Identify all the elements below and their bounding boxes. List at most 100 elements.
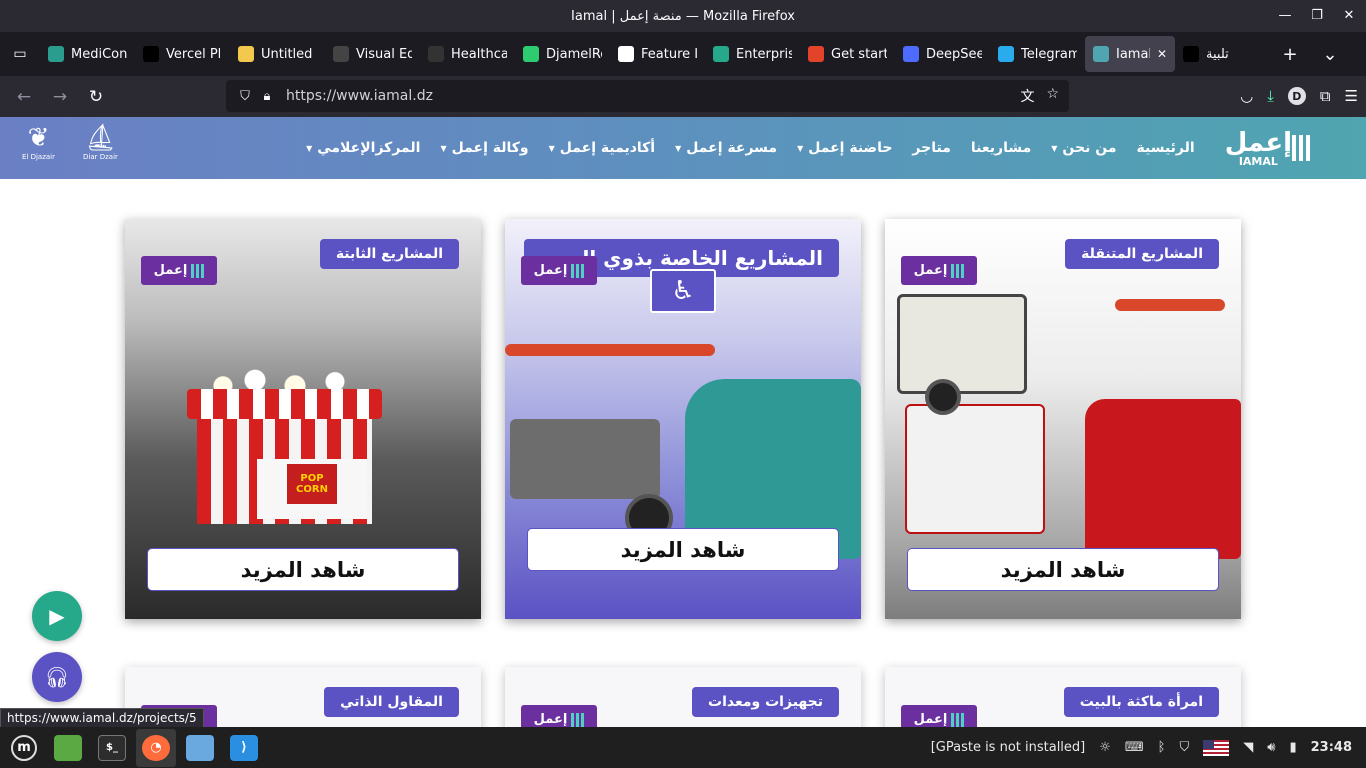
reload-icon[interactable]: ↻ bbox=[78, 81, 114, 113]
see-more-button[interactable]: شاهد المزيد bbox=[147, 548, 459, 591]
brand-ar: إعمل bbox=[1224, 127, 1292, 158]
files-app[interactable] bbox=[48, 729, 88, 767]
system-tray: [GPaste is not installed] ☼ ⌨ ᛒ ⛉ ◥ 🔊︎ ▮… bbox=[931, 727, 1352, 768]
shield-tray-icon[interactable]: ⛉ bbox=[1179, 740, 1189, 755]
terminal-app[interactable]: $_ bbox=[92, 729, 132, 767]
folder-icon bbox=[54, 734, 82, 761]
partner-logo-el-djazair[interactable]: ❦ El Djazair bbox=[22, 123, 55, 161]
volume-icon[interactable]: 🔊︎ bbox=[1267, 740, 1275, 755]
project-card-special-needs[interactable]: المشاريع الخاصة بذوي الهمم إعمل ♿︎ شاهد … bbox=[505, 219, 861, 619]
tab-title: DjamelRe bbox=[546, 46, 602, 62]
list-all-tabs-icon[interactable]: ⌄ bbox=[1310, 34, 1350, 74]
close-tab-icon[interactable]: ✕ bbox=[1157, 47, 1167, 61]
close-icon[interactable]: ✕ bbox=[1340, 6, 1358, 24]
browser-tab[interactable]: DeepSee bbox=[895, 36, 990, 72]
logo-bars-icon bbox=[191, 263, 205, 278]
bluetooth-icon[interactable]: ᛒ bbox=[1158, 740, 1166, 755]
browser-tab[interactable]: Iamal | ✕ bbox=[1085, 36, 1175, 72]
menu-item[interactable]: من نحن ▼ bbox=[1051, 140, 1116, 156]
keyboard-icon[interactable]: ⌨ bbox=[1125, 740, 1144, 755]
firefox-app[interactable]: ◔ bbox=[136, 728, 176, 767]
bookmark-star-icon[interactable]: ☆ bbox=[1046, 86, 1059, 106]
battery-icon[interactable]: ▮ bbox=[1289, 740, 1296, 755]
wheelchair-icon: ♿︎ bbox=[650, 269, 716, 313]
see-more-button[interactable]: شاهد المزيد bbox=[907, 548, 1219, 591]
wifi-icon[interactable]: ◥ bbox=[1243, 740, 1253, 755]
menu-item[interactable]: مسرعة إعمل ▼ bbox=[675, 140, 777, 156]
caret-down-icon: ▼ bbox=[440, 143, 447, 153]
menu-item-label: وكالة إعمل bbox=[451, 140, 529, 156]
menu-item[interactable]: مشاريعنا bbox=[971, 140, 1031, 156]
github-icon bbox=[618, 46, 634, 62]
menu-item-label: المركزالإعلامي bbox=[317, 140, 421, 156]
partner-logo-diar-dzair[interactable]: ⛵︎ Diar Dzair bbox=[83, 123, 118, 161]
project-card-mobile[interactable]: المشاريع المتنقلة إعمل شاهد المزيد bbox=[885, 219, 1241, 619]
minimize-icon[interactable]: — bbox=[1276, 6, 1294, 24]
forward-icon[interactable]: → bbox=[42, 81, 78, 113]
project-card-fixed[interactable]: المشاريع الثابتة إعمل POP CORN شاهد المز… bbox=[125, 219, 481, 619]
hamburger-menu-icon[interactable]: ☰ bbox=[1345, 87, 1358, 105]
translate-icon[interactable]: 文 bbox=[1020, 86, 1034, 106]
vscode-app[interactable]: ⟩ bbox=[224, 729, 264, 767]
download-icon[interactable]: ⤓ bbox=[1267, 87, 1274, 105]
browser-tab[interactable]: Visual Ed bbox=[325, 36, 420, 72]
brightness-icon[interactable]: ☼ bbox=[1099, 740, 1111, 755]
browser-tab[interactable]: Untitled bbox=[230, 36, 325, 72]
video-call-button[interactable]: ▶ bbox=[32, 591, 82, 641]
browser-tab[interactable]: Telegram bbox=[990, 36, 1085, 72]
shield-icon[interactable]: ⛉ bbox=[234, 89, 256, 104]
card-logo-ar: إعمل bbox=[153, 263, 188, 278]
menu-item[interactable]: الرئيسية bbox=[1137, 140, 1195, 156]
remmina-app[interactable] bbox=[180, 729, 220, 767]
see-more-button[interactable]: شاهد المزيد bbox=[527, 528, 839, 571]
card-badge: تجهيزات ومعدات bbox=[692, 687, 839, 717]
browser-tab[interactable]: Healthca bbox=[420, 36, 515, 72]
lock-icon[interactable]: 🔒︎ bbox=[256, 89, 278, 104]
new-tab-icon[interactable]: + bbox=[1270, 34, 1310, 74]
tab-title: Untitled bbox=[261, 46, 313, 62]
menu-item[interactable]: حاضنة إعمل ▼ bbox=[797, 140, 892, 156]
tricycle-canopy bbox=[505, 344, 715, 356]
back-icon[interactable]: ← bbox=[6, 81, 42, 113]
url-bar[interactable]: ⛉ 🔒︎ https://www.iamal.dz 文 ☆ bbox=[226, 80, 1069, 112]
browser-tab[interactable]: Feature I bbox=[610, 36, 705, 72]
clock[interactable]: 23:48 bbox=[1311, 740, 1352, 755]
main-menu: الرئيسية من نحن ▼ مشاريعنا متاجر حاضنة إعمل ▼ م… bbox=[306, 140, 1195, 156]
support-button[interactable]: 🎧︎ bbox=[32, 652, 82, 702]
card-badge: امرأة ماكثة بالبيت bbox=[1063, 687, 1219, 717]
maximize-icon[interactable]: ❐ bbox=[1308, 6, 1326, 24]
browser-tab[interactable]: Get start bbox=[800, 36, 895, 72]
card-logo-ar: إعمل bbox=[913, 712, 948, 727]
caret-down-icon: ▼ bbox=[306, 143, 313, 153]
menu-item[interactable]: متاجر bbox=[912, 140, 950, 156]
menu-item-label: متاجر bbox=[912, 140, 951, 156]
pocket-icon[interactable]: ◡ bbox=[1240, 87, 1253, 105]
us-flag-icon[interactable] bbox=[1203, 739, 1230, 756]
mint-menu-button[interactable]: m bbox=[4, 729, 44, 767]
browser-tab[interactable]: MediCon bbox=[40, 36, 135, 72]
tab-title: DeepSee bbox=[926, 46, 982, 62]
mint-logo-icon: m bbox=[11, 734, 37, 761]
deepseek-icon bbox=[903, 46, 919, 62]
tab-overview-icon[interactable]: ▭ bbox=[0, 34, 40, 74]
browser-tab[interactable]: تلبية bbox=[1175, 36, 1270, 72]
iamal-icon bbox=[1093, 46, 1109, 62]
url-text[interactable]: https://www.iamal.dz bbox=[286, 88, 433, 104]
tab-title: MediCon bbox=[71, 46, 127, 62]
browser-tab[interactable]: Vercel Pl bbox=[135, 36, 230, 72]
gpaste-notice[interactable]: [GPaste is not installed] bbox=[931, 740, 1086, 755]
status-link-preview: https://www.iamal.dz/projects/5 bbox=[0, 708, 204, 728]
tab-title: Feature I bbox=[641, 46, 697, 62]
menu-item[interactable]: أكاديمية إعمل ▼ bbox=[549, 140, 656, 156]
menu-item[interactable]: المركزالإعلامي ▼ bbox=[306, 140, 420, 156]
account-avatar[interactable]: D bbox=[1287, 87, 1306, 105]
menu-item-label: مسرعة إعمل bbox=[686, 140, 778, 156]
site-logo[interactable]: إعمل IAMAL bbox=[1195, 130, 1316, 167]
extensions-icon[interactable]: ⧉ bbox=[1320, 87, 1331, 105]
tab-title: Telegram bbox=[1021, 46, 1077, 62]
remote-desktop-icon bbox=[186, 734, 214, 761]
menu-item[interactable]: وكالة إعمل ▼ bbox=[440, 140, 528, 156]
browser-tab[interactable]: DjamelRe bbox=[515, 36, 610, 72]
browser-tab[interactable]: Enterpris bbox=[705, 36, 800, 72]
tab-strip: ▭ MediCon Vercel Pl Untitled Visual Ed Healt… bbox=[0, 32, 1366, 76]
